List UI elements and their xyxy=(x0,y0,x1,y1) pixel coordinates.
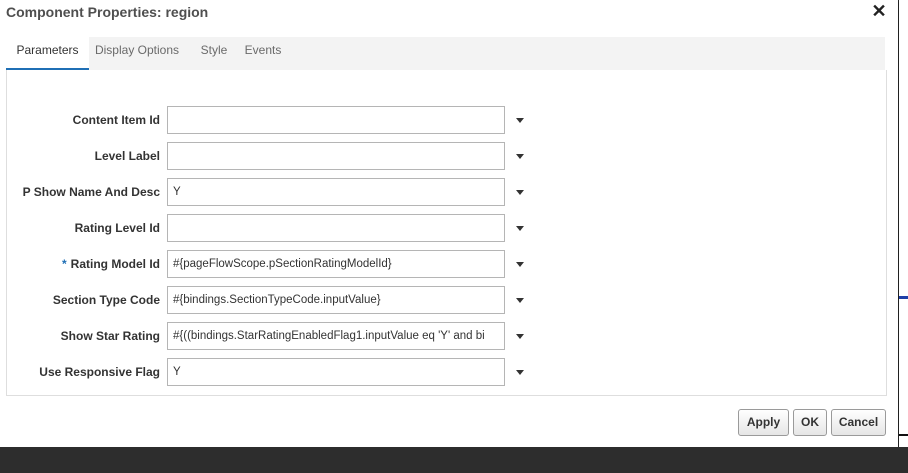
rating-level-id-input[interactable] xyxy=(167,214,505,242)
level-label-dropdown-icon[interactable] xyxy=(514,142,526,170)
param-label: Section Type Code xyxy=(52,293,160,307)
use-responsive-flag-input[interactable]: Y xyxy=(167,358,505,386)
ok-button[interactable]: OK xyxy=(793,409,827,436)
param-label-text: Rating Model Id xyxy=(70,257,160,271)
tab-events[interactable]: Events xyxy=(242,37,284,68)
rating-level-id-dropdown-icon[interactable] xyxy=(514,214,526,242)
content-item-id-input[interactable] xyxy=(167,106,505,134)
param-label: Rating Level Id xyxy=(74,221,160,235)
param-label: Level Label xyxy=(94,149,160,163)
param-row-use-responsive-flag: Use Responsive Flag xyxy=(0,358,160,386)
param-label: * Rating Model Id xyxy=(0,250,160,278)
param-row-rating-model-id: * Rating Model Id xyxy=(0,250,160,278)
level-label-input[interactable] xyxy=(167,142,505,170)
close-icon[interactable]: ✕ xyxy=(870,1,888,21)
background-page-strip xyxy=(899,0,908,447)
section-type-code-dropdown-icon[interactable] xyxy=(514,286,526,314)
section-type-code-input[interactable]: #{bindings.SectionTypeCode.inputValue} xyxy=(167,286,505,314)
show-star-rating-input[interactable]: #{((bindings.StarRatingEnabledFlag1.inpu… xyxy=(167,322,505,350)
tab-bar: Parameters Display Options Style Events xyxy=(6,37,885,70)
background-accent-line xyxy=(899,296,908,299)
tab-style[interactable]: Style xyxy=(196,37,232,68)
param-row-rating-level-id: Rating Level Id xyxy=(0,214,160,242)
content-item-id-dropdown-icon[interactable] xyxy=(514,106,526,134)
param-label: P Show Name And Desc xyxy=(22,185,160,199)
show-star-rating-dropdown-icon[interactable] xyxy=(514,322,526,350)
use-responsive-flag-dropdown-icon[interactable] xyxy=(514,358,526,386)
param-label: Use Responsive Flag xyxy=(39,365,160,379)
background-divider-line xyxy=(899,434,908,436)
rating-model-id-dropdown-icon[interactable] xyxy=(514,250,526,278)
component-properties-dialog: Component Properties: region ✕ Parameter… xyxy=(0,0,898,447)
dialog-title: Component Properties: region xyxy=(6,4,209,20)
param-row-show-star-rating: Show Star Rating xyxy=(0,322,160,350)
rating-model-id-input[interactable]: #{pageFlowScope.pSectionRatingModelId} xyxy=(167,250,505,278)
param-row-section-type-code: Section Type Code xyxy=(0,286,160,314)
p-show-name-and-desc-dropdown-icon[interactable] xyxy=(514,178,526,206)
tab-parameters[interactable]: Parameters xyxy=(6,37,89,70)
param-row-content-item-id: Content Item Id xyxy=(0,106,160,134)
p-show-name-and-desc-input[interactable]: Y xyxy=(167,178,505,206)
required-marker: * xyxy=(62,257,67,271)
tab-display-options[interactable]: Display Options xyxy=(94,37,180,68)
param-row-level-label: Level Label xyxy=(0,142,160,170)
param-row-p-show-name-and-desc: P Show Name And Desc xyxy=(0,178,160,206)
apply-button[interactable]: Apply xyxy=(738,409,789,436)
param-label: Content Item Id xyxy=(72,113,160,127)
param-label: Show Star Rating xyxy=(60,329,160,343)
background-page-bottom xyxy=(0,447,908,473)
cancel-button[interactable]: Cancel xyxy=(831,409,886,436)
